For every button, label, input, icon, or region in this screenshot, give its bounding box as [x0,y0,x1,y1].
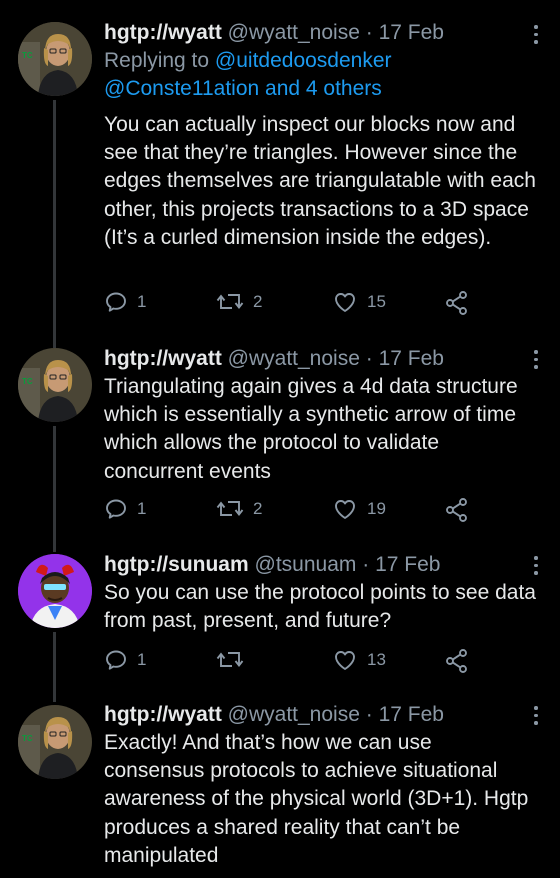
heart-icon [335,500,355,519]
svg-text:TC: TC [22,51,33,60]
share-icon [446,291,467,315]
author-handle[interactable]: @wyatt_noise [228,21,360,44]
author-name[interactable]: hgtp://sunuam [104,553,249,576]
retweet-icon [216,652,244,668]
share-icon [446,649,467,673]
tweet-date[interactable]: 17 Feb [379,703,444,726]
avatar[interactable]: TC [18,22,92,96]
reply-icon [106,650,126,670]
more-options-icon[interactable] [534,25,540,44]
reply-icon [106,499,126,519]
tweet-text: You can actually inspect our blocks now … [104,113,536,249]
retweet-count: 2 [253,292,263,311]
replying-to-label: Replying to [104,49,215,72]
like-button[interactable]: 13 [332,648,386,672]
tweet[interactable]: TC hgtp://wyatt @wyatt_noise · 17 Feb Tr… [0,340,560,530]
avatar[interactable]: TC [18,348,92,422]
tweet-text: Exactly! And that’s how we can use conse… [104,731,529,867]
retweet-button[interactable] [216,648,253,672]
author-handle[interactable]: @wyatt_noise [228,703,360,726]
separator: · [365,703,373,726]
replying-to: Replying to @uitdedoosdenker @Conste11at… [104,47,536,103]
author-handle[interactable]: @tsunuam [255,553,357,576]
like-button[interactable]: 19 [332,497,386,521]
reply-count: 1 [137,499,147,518]
tweet-date[interactable]: 17 Feb [379,21,444,44]
mention-link[interactable]: @Conste11ation and 4 others [104,77,382,100]
share-button[interactable] [444,497,470,523]
share-icon [446,498,467,522]
retweet-button[interactable]: 2 [216,290,262,314]
tweet-header: hgtp://sunuam @tsunuam · 17 Feb [104,551,536,579]
share-button[interactable] [444,290,470,316]
tweet[interactable]: hgtp://sunuam @tsunuam · 17 Feb So you c… [0,548,560,698]
avatar[interactable]: TC [18,705,92,779]
like-count: 19 [367,499,386,518]
tweet-header: hgtp://wyatt @wyatt_noise · 17 Feb [104,19,536,47]
author-handle[interactable]: @wyatt_noise [228,347,360,370]
author-name[interactable]: hgtp://wyatt [104,703,222,726]
more-options-icon[interactable] [534,556,540,575]
heart-icon [335,293,355,312]
retweet-button[interactable]: 2 [216,497,262,521]
heart-icon [335,651,355,670]
like-button[interactable]: 15 [332,290,386,314]
tweet[interactable]: TC hgtp://wyatt @wyatt_noise · 17 Feb Re… [0,0,560,340]
reply-count: 1 [137,650,147,669]
more-options-icon[interactable] [534,350,540,369]
separator: · [362,553,370,576]
retweet-icon [216,294,244,310]
reply-icon [106,292,126,312]
tweet-date[interactable]: 17 Feb [375,553,440,576]
like-count: 15 [367,292,386,311]
reply-button[interactable]: 1 [104,648,146,672]
tweet-actions: 1 2 15 [104,290,484,320]
share-button[interactable] [444,648,470,674]
tweet-header: hgtp://wyatt @wyatt_noise · 17 Feb [104,345,536,373]
more-options-icon[interactable] [534,706,540,725]
tweet[interactable]: TC hgtp://wyatt @wyatt_noise · 17 Feb Ex… [0,700,560,878]
like-count: 13 [367,650,386,669]
tweet-actions: 1 13 [104,648,484,678]
mention-link[interactable]: @uitdedoosdenker [215,49,392,72]
retweet-icon [216,501,244,517]
retweet-count: 2 [253,499,263,518]
reply-button[interactable]: 1 [104,497,146,521]
tweet-header: hgtp://wyatt @wyatt_noise · 17 Feb [104,701,536,729]
author-name[interactable]: hgtp://wyatt [104,347,222,370]
svg-text:TC: TC [22,377,33,386]
separator: · [365,347,373,370]
reply-count: 1 [137,292,147,311]
reply-button[interactable]: 1 [104,290,146,314]
avatar[interactable] [18,554,92,628]
separator: · [365,21,373,44]
tweet-date[interactable]: 17 Feb [379,347,444,370]
author-name[interactable]: hgtp://wyatt [104,21,222,44]
svg-text:TC: TC [22,734,33,743]
tweet-text: Triangulating again gives a 4d data stru… [104,375,518,483]
tweet-actions: 1 2 19 [104,497,484,527]
tweet-text: So you can use the protocol points to se… [104,581,536,633]
